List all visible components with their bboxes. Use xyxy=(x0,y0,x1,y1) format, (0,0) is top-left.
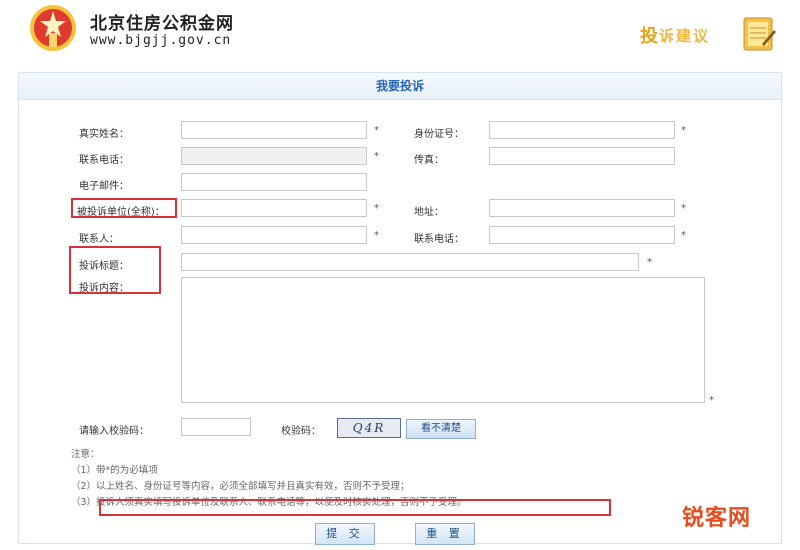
captcha-input[interactable] xyxy=(181,418,251,436)
form-title: 我要投诉 xyxy=(19,73,781,100)
name-input[interactable] xyxy=(181,121,367,139)
note-highlight-box xyxy=(99,499,611,516)
reset-button[interactable]: 重 置 xyxy=(415,523,475,545)
unit-required-mark: * xyxy=(374,203,379,214)
submit-button[interactable]: 提 交 xyxy=(315,523,375,545)
id-number-input[interactable] xyxy=(489,121,675,139)
complaint-subject-input[interactable] xyxy=(181,253,639,271)
fax-input[interactable] xyxy=(489,147,675,165)
complaint-subject-label: 投诉标题： xyxy=(79,261,129,272)
contact-person-input[interactable] xyxy=(181,226,367,244)
id-number-required-mark: * xyxy=(681,125,686,136)
complain-suggest-link[interactable]: 投 诉建议 xyxy=(640,22,710,48)
complaint-form-panel: 我要投诉 真实姓名： * 身份证号： * 联系电话： * 传真： 电子邮件： 被… xyxy=(18,72,782,545)
notebook-icon[interactable] xyxy=(738,14,778,54)
contact-required-mark: * xyxy=(374,230,379,241)
phone-input[interactable] xyxy=(181,147,367,165)
address-label: 地址： xyxy=(414,207,444,218)
complained-unit-label: 被投诉单位(全称)： xyxy=(77,207,165,218)
name-label: 真实姓名： xyxy=(79,129,129,140)
subject-required-mark: * xyxy=(647,257,652,268)
complained-unit-input[interactable] xyxy=(181,199,367,217)
contact-person-label: 联系人： xyxy=(79,234,119,245)
contact-phone-label: 联系电话： xyxy=(414,234,464,245)
refresh-captcha-button[interactable]: 看不清楚 xyxy=(406,419,476,439)
emblem-logo-icon[interactable] xyxy=(28,3,78,53)
complaint-content-textarea[interactable] xyxy=(181,277,705,403)
email-input[interactable] xyxy=(181,173,367,191)
name-required-mark: * xyxy=(374,125,379,136)
content-required-mark: * xyxy=(709,395,714,406)
complaint-content-label: 投诉内容： xyxy=(79,283,129,294)
contact-phone-required-mark: * xyxy=(681,230,686,241)
notes-heading: 注意： xyxy=(71,449,100,460)
address-required-mark: * xyxy=(681,203,686,214)
email-label: 电子邮件： xyxy=(79,181,129,192)
complain-link-label: 诉建议 xyxy=(659,26,711,45)
captcha-label: 校验码： xyxy=(281,426,321,437)
site-url: www.bjgjj.gov.cn xyxy=(90,33,232,48)
fax-label: 传真： xyxy=(414,155,444,166)
note-item: （2）以上姓名、身份证号等内容，必须全部填写并且真实有效，否则不予受理； xyxy=(71,481,410,492)
site-header: 北京住房公积金网 www.bjgjj.gov.cn 投 诉建议 xyxy=(0,0,800,62)
note-item: （1）带*的为必填项 xyxy=(71,465,158,476)
address-input[interactable] xyxy=(489,199,675,217)
captcha-image[interactable]: Q4R xyxy=(337,418,401,438)
complain-link-first-char: 投 xyxy=(640,26,658,47)
phone-required-mark: * xyxy=(374,151,379,162)
captcha-input-label: 请输入校验码： xyxy=(79,426,149,437)
phone-label: 联系电话： xyxy=(79,155,129,166)
watermark-logo: 锐客网 xyxy=(682,506,752,531)
site-title: 北京住房公积金网 xyxy=(90,14,234,34)
id-number-label: 身份证号： xyxy=(414,129,464,140)
contact-phone-input[interactable] xyxy=(489,226,675,244)
